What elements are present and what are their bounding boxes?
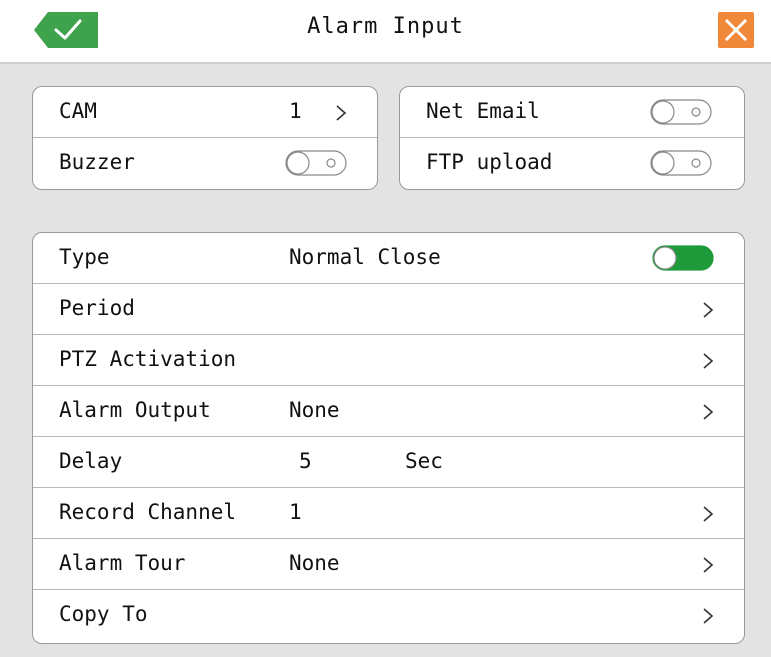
buzzer-row: Buzzer (33, 138, 377, 189)
copy-to-row[interactable]: Copy To (33, 590, 744, 641)
type-row: Type Normal Close (33, 233, 744, 284)
chevron-right-icon[interactable] (331, 101, 351, 125)
period-row[interactable]: Period (33, 284, 744, 335)
alarm-output-value: None (289, 398, 340, 422)
delay-value-input[interactable]: 5 (299, 449, 312, 473)
settings-card: Type Normal Close Period PTZ Activation … (32, 232, 745, 644)
type-toggle[interactable] (652, 245, 714, 271)
close-button[interactable] (718, 12, 754, 48)
content-area: CAM 1 Buzzer Net Email FTP upload Type N… (0, 64, 771, 657)
header-bar: Alarm Input (0, 0, 771, 64)
close-icon (724, 18, 748, 42)
delay-row: Delay 5 Sec (33, 437, 744, 488)
chevron-right-icon[interactable] (698, 553, 718, 577)
copy-to-label: Copy To (59, 602, 148, 626)
type-label: Type (59, 245, 110, 269)
chevron-right-icon[interactable] (698, 604, 718, 628)
alarm-tour-label: Alarm Tour (59, 551, 186, 575)
alarm-output-label: Alarm Output (59, 398, 211, 422)
camera-card: CAM 1 Buzzer (32, 86, 378, 190)
cam-row[interactable]: CAM 1 (33, 87, 377, 138)
chevron-right-icon[interactable] (698, 349, 718, 373)
chevron-right-icon[interactable] (698, 400, 718, 424)
record-channel-label: Record Channel (59, 500, 237, 524)
net-email-row: Net Email (400, 87, 744, 138)
ftp-upload-label: FTP upload (426, 150, 553, 174)
delay-label: Delay (59, 449, 123, 473)
ptz-activation-label: PTZ Activation (59, 347, 237, 371)
notification-card: Net Email FTP upload (399, 86, 745, 190)
alarm-tour-value: None (289, 551, 340, 575)
chevron-right-icon[interactable] (698, 502, 718, 526)
ptz-activation-row[interactable]: PTZ Activation (33, 335, 744, 386)
net-email-label: Net Email (426, 99, 540, 123)
net-email-toggle[interactable] (650, 99, 712, 125)
type-value: Normal Close (289, 245, 441, 269)
page-title: Alarm Input (307, 14, 464, 39)
buzzer-toggle[interactable] (285, 150, 347, 176)
chevron-right-icon[interactable] (698, 298, 718, 322)
record-channel-row[interactable]: Record Channel 1 (33, 488, 744, 539)
alarm-tour-row[interactable]: Alarm Tour None (33, 539, 744, 590)
delay-unit: Sec (405, 449, 443, 473)
buzzer-label: Buzzer (59, 150, 135, 174)
record-channel-value: 1 (289, 500, 302, 524)
alarm-output-row[interactable]: Alarm Output None (33, 386, 744, 437)
cam-label: CAM (59, 99, 97, 123)
period-label: Period (59, 296, 135, 320)
ftp-upload-toggle[interactable] (650, 150, 712, 176)
ftp-upload-row: FTP upload (400, 138, 744, 189)
cam-value: 1 (289, 99, 302, 123)
